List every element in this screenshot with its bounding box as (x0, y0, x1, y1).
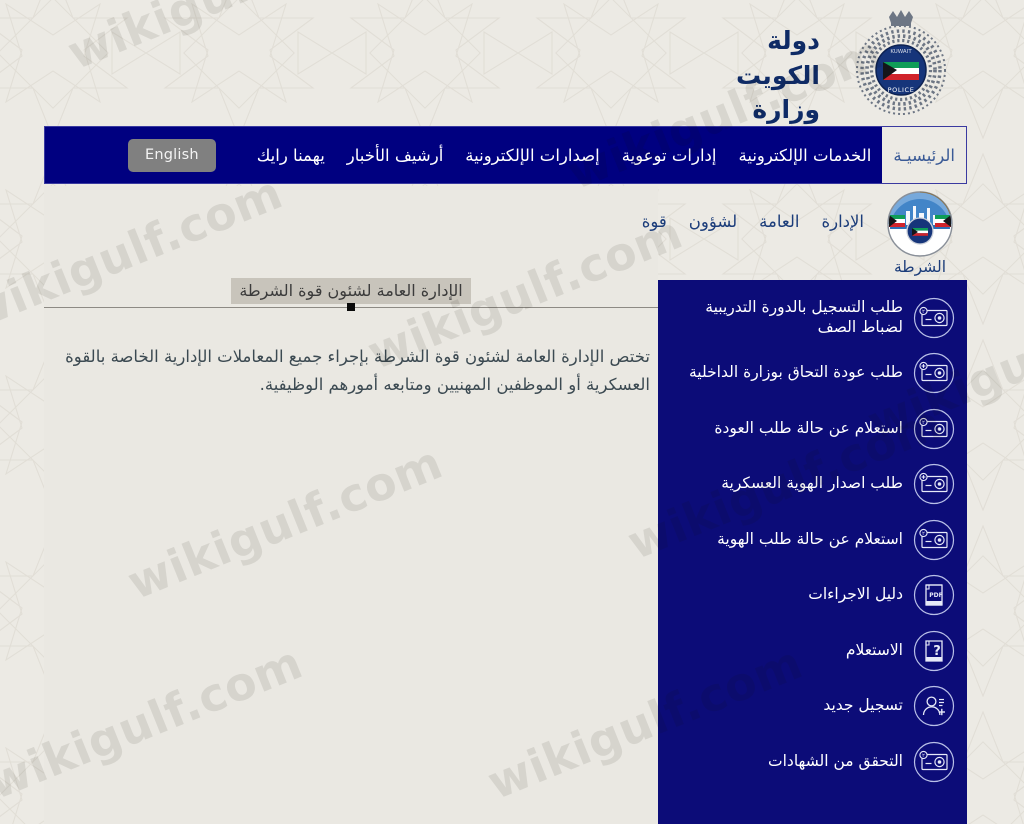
service-item-military-id-issue-request[interactable]: طلب اصدار الهوية العسكرية (658, 457, 967, 513)
service-item-training-course-registration[interactable]: ٢ طلب التسجيل بالدورة التدريبية لضباط ال… (658, 290, 967, 346)
title-divider (44, 302, 658, 314)
breadcrumb-item-general[interactable]: العامة (759, 212, 799, 231)
nav-item-news-archive[interactable]: أرشيف الأخبار (336, 127, 455, 183)
nav-item-eservices[interactable]: الخدمات الإلكترونية (728, 127, 883, 183)
svg-text:KUWAIT: KUWAIT (890, 49, 912, 55)
svg-text:PDF: PDF (929, 592, 942, 599)
service-item-rejoin-ministry-request[interactable]: طلب عودة التحاق بوزارة الداخلية (658, 346, 967, 402)
service-item-new-registration[interactable]: تسجيل جديد (658, 679, 967, 735)
user-plus-icon (913, 685, 955, 727)
service-label: التحقق من الشهادات (768, 751, 903, 770)
breadcrumb-item-affairs[interactable]: لشؤون (689, 212, 737, 231)
service-label: استعلام عن حالة طلب العودة (714, 418, 903, 437)
service-label: طلب اصدار الهوية العسكرية (721, 474, 903, 493)
nav-item-awareness-departments[interactable]: إدارات توعوية (611, 127, 728, 183)
breadcrumb-item-force[interactable]: قوة (642, 212, 667, 231)
breadcrumb-item-administration[interactable]: الإدارة (821, 212, 864, 231)
emblem-caption: الشرطة (893, 258, 947, 276)
site-header: دولة الكويت وزارة الداخلية (0, 0, 1024, 159)
svg-text:٢: ٢ (922, 420, 925, 426)
id-card-clock-icon: ٢ (913, 519, 955, 561)
nav-item-electronic-publications[interactable]: إصدارات الإلكترونية (454, 127, 610, 183)
kuwait-police-emblem-icon: KUWAIT POLICE (845, 8, 957, 116)
services-sidebar[interactable]: ٢ طلب التسجيل بالدورة التدريبية لضباط ال… (658, 280, 967, 824)
service-label: طلب التسجيل بالدورة التدريبية لضباط الصف (705, 298, 903, 336)
service-label: طلب عودة التحاق بوزارة الداخلية (688, 363, 903, 382)
service-item-id-request-status[interactable]: ٢ استعلام عن حالة طلب الهوية (658, 512, 967, 568)
service-item-return-request-status[interactable]: ٢ استعلام عن حالة طلب العودة (658, 401, 967, 457)
page-title: الإدارة العامة لشئون قوة الشرطة (231, 278, 471, 304)
pdf-document-icon: PDF (913, 574, 955, 616)
service-item-procedures-guide[interactable]: PDF دليل الاجراءات (658, 568, 967, 624)
language-switch-button[interactable]: English (127, 138, 216, 172)
brand-line-country: دولة الكويت (735, 26, 820, 90)
breadcrumb[interactable]: الإدارة العامة لشؤون قوة (642, 212, 864, 231)
id-card-clock-icon: ٢ (913, 408, 955, 450)
content-panel: الإدارة العامة لشئون قوة الشرطة تختص الإ… (44, 186, 658, 824)
nav-item-your-opinion[interactable]: يهمنا رايك (246, 127, 336, 183)
id-card-clock-icon: ٢ (913, 741, 955, 783)
page-title-wrap: الإدارة العامة لشئون قوة الشرطة (44, 278, 658, 304)
svg-text:٢: ٢ (922, 531, 925, 537)
department-subheader: الشرطة الإدارة العامة لشؤون قوة (0, 186, 1024, 280)
svg-text:٢: ٢ (922, 753, 925, 759)
page-description: تختص الإدارة العامة لشئون قوة الشرطة بإج… (65, 346, 650, 394)
police-force-affairs-emblem-icon (880, 189, 960, 259)
id-card-clock-icon: ٢ (913, 297, 955, 339)
main-navigation[interactable]: الرئيسيـة الخدمات الإلكترونية إدارات توع… (44, 126, 967, 184)
nav-item-home[interactable]: الرئيسيـة (882, 127, 966, 183)
service-label: تسجيل جديد (823, 696, 903, 715)
service-label: استعلام عن حالة طلب الهوية (717, 529, 903, 548)
id-card-plus-icon (913, 463, 955, 505)
id-card-plus-icon (913, 352, 955, 394)
svg-text:?: ? (933, 644, 941, 659)
service-item-inquiry[interactable]: ? الاستعلام (658, 623, 967, 679)
divider-marker (347, 303, 355, 311)
service-item-verify-certificates[interactable]: ٢ التحقق من الشهادات (658, 734, 967, 790)
svg-text:٢: ٢ (922, 309, 925, 315)
service-label: الاستعلام (845, 640, 903, 659)
svg-text:POLICE: POLICE (888, 86, 915, 94)
service-label: دليل الاجراءات (808, 585, 903, 604)
question-document-icon: ? (913, 630, 955, 672)
